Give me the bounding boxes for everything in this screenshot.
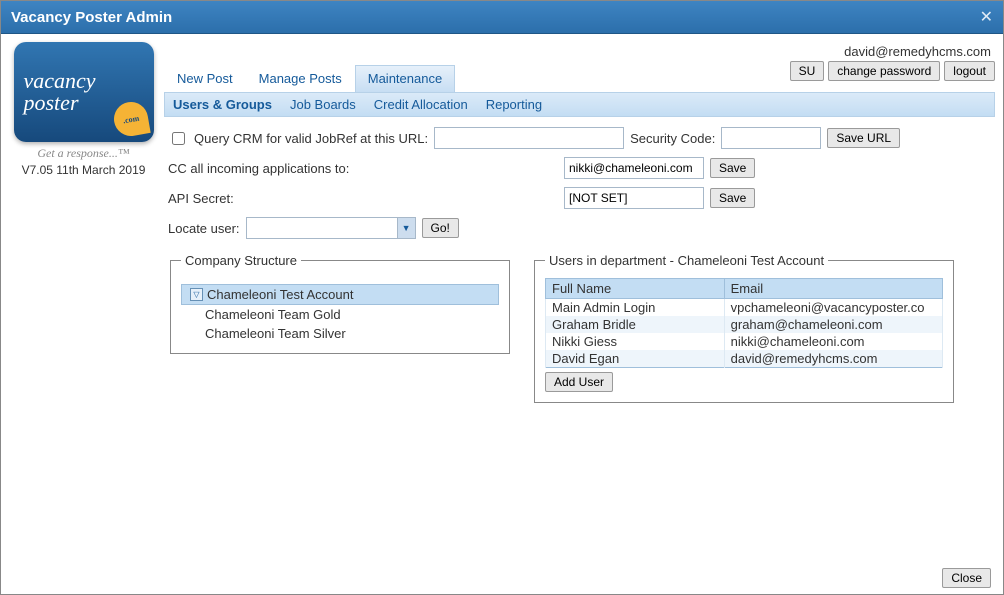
go-button[interactable]: Go! — [422, 218, 459, 238]
user-email-cell: nikki@chameleoni.com — [724, 333, 942, 350]
close-icon[interactable]: ✕ — [980, 7, 993, 27]
tree-root[interactable]: ▽ Chameleoni Test Account — [181, 284, 499, 305]
add-user-button[interactable]: Add User — [545, 372, 613, 392]
tab-maintenance[interactable]: Maintenance — [355, 65, 455, 92]
tree-root-label: Chameleoni Test Account — [207, 287, 353, 302]
users-panel-legend: Users in department - Chameleoni Test Ac… — [545, 253, 828, 268]
main-tabs: New Post Manage Posts Maintenance — [164, 65, 455, 92]
tab-manage-posts[interactable]: Manage Posts — [246, 65, 355, 92]
logout-button[interactable]: logout — [944, 61, 995, 81]
subtab-reporting[interactable]: Reporting — [486, 97, 542, 112]
chevron-down-icon: ▼ — [397, 218, 415, 238]
tree-child[interactable]: Chameleoni Team Gold — [181, 305, 499, 324]
query-crm-label: Query CRM for valid JobRef at this URL: — [194, 131, 428, 146]
titlebar: Vacancy Poster Admin ✕ — [1, 1, 1003, 34]
cc-save-button[interactable]: Save — [710, 158, 755, 178]
tab-new-post[interactable]: New Post — [164, 65, 246, 92]
api-secret-label: API Secret: — [168, 191, 558, 206]
users-header-email[interactable]: Email — [724, 279, 942, 299]
user-email: david@remedyhcms.com — [164, 42, 995, 61]
subtab-users-groups[interactable]: Users & Groups — [173, 97, 272, 112]
company-structure-legend: Company Structure — [181, 253, 301, 268]
logo: vacancy poster .com — [14, 42, 154, 142]
version-text: V7.05 11th March 2019 — [22, 163, 146, 177]
window-title: Vacancy Poster Admin — [11, 9, 172, 26]
security-code-input[interactable] — [721, 127, 821, 149]
user-name-cell: Graham Bridle — [546, 316, 725, 333]
user-email-cell: david@remedyhcms.com — [724, 350, 942, 368]
subtab-job-boards[interactable]: Job Boards — [290, 97, 356, 112]
query-crm-checkbox[interactable] — [172, 132, 185, 145]
cc-label: CC all incoming applications to: — [168, 161, 558, 176]
security-code-label: Security Code: — [630, 131, 715, 146]
table-row[interactable]: Graham Bridlegraham@chameleoni.com — [546, 316, 943, 333]
close-button[interactable]: Close — [942, 568, 991, 588]
right-buttons: SU change password logout — [790, 61, 995, 81]
sub-tabs: Users & Groups Job Boards Credit Allocat… — [164, 92, 995, 117]
save-url-button[interactable]: Save URL — [827, 128, 900, 148]
table-row[interactable]: Nikki Giessnikki@chameleoni.com — [546, 333, 943, 350]
table-row[interactable]: David Egandavid@remedyhcms.com — [546, 350, 943, 368]
users-table: Full Name Email Main Admin Loginvpchamel… — [545, 278, 943, 368]
subtab-credit-allocation[interactable]: Credit Allocation — [374, 97, 468, 112]
users-header-name[interactable]: Full Name — [546, 279, 725, 299]
users-panel: Users in department - Chameleoni Test Ac… — [534, 253, 954, 403]
user-name-cell: Nikki Giess — [546, 333, 725, 350]
user-email-cell: vpchameleoni@vacancyposter.co — [724, 299, 942, 317]
user-name-cell: Main Admin Login — [546, 299, 725, 317]
crm-url-input[interactable] — [434, 127, 624, 149]
company-tree: ▽ Chameleoni Test Account Chameleoni Tea… — [181, 284, 499, 343]
locate-user-select[interactable]: ▼ — [246, 217, 416, 239]
table-row[interactable]: Main Admin Loginvpchameleoni@vacancypost… — [546, 299, 943, 317]
logo-line1: vacancy — [24, 70, 144, 92]
tree-child[interactable]: Chameleoni Team Silver — [181, 324, 499, 343]
cc-email-input[interactable] — [564, 157, 704, 179]
user-name-cell: David Egan — [546, 350, 725, 368]
locate-user-label: Locate user: — [168, 221, 240, 236]
user-email-cell: graham@chameleoni.com — [724, 316, 942, 333]
su-button[interactable]: SU — [790, 61, 825, 81]
collapse-icon[interactable]: ▽ — [190, 288, 203, 301]
footer: Close — [1, 562, 1003, 594]
sidebar: vacancy poster .com Get a response...™ V… — [9, 42, 164, 554]
tagline: Get a response...™ — [37, 146, 129, 161]
api-save-button[interactable]: Save — [710, 188, 755, 208]
change-password-button[interactable]: change password — [828, 61, 940, 81]
api-secret-input[interactable] — [564, 187, 704, 209]
company-structure-panel: Company Structure ▽ Chameleoni Test Acco… — [170, 253, 510, 354]
